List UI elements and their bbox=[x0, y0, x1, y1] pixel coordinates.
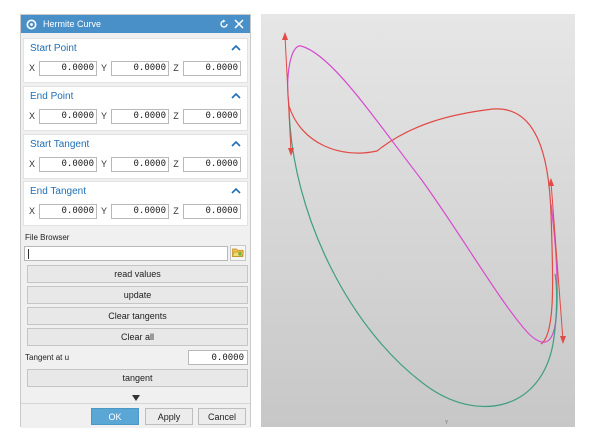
y-label: Y bbox=[100, 159, 107, 169]
end-tangent-z-field[interactable]: 0.0000 bbox=[183, 203, 241, 219]
section-start-tangent: Start Tangent X 0.0000 Y 0.0000 Z 0.0000 bbox=[23, 134, 248, 179]
chevron-up-icon[interactable] bbox=[231, 140, 241, 148]
section-title: End Tangent bbox=[30, 185, 86, 197]
hermite-curve-dialog: Hermite Curve Start Point X 0.0000 Y 0.0… bbox=[20, 14, 251, 428]
x-label: X bbox=[28, 206, 35, 216]
viewport-canvas: Y bbox=[261, 14, 575, 427]
x-label: X bbox=[28, 159, 35, 169]
end-point-x-field[interactable]: 0.0000 bbox=[39, 108, 97, 124]
cancel-button[interactable]: Cancel bbox=[198, 408, 246, 425]
viewport-background bbox=[261, 14, 575, 427]
section-header[interactable]: End Point bbox=[24, 87, 247, 105]
start-tangent-z-field[interactable]: 0.0000 bbox=[183, 156, 241, 172]
folder-open-icon bbox=[232, 247, 244, 260]
y-label: Y bbox=[100, 63, 107, 73]
z-label: Z bbox=[173, 111, 179, 121]
section-title: Start Tangent bbox=[30, 138, 90, 150]
y-label: Y bbox=[100, 206, 107, 216]
end-tangent-y-field[interactable]: 0.0000 bbox=[111, 203, 169, 219]
section-header[interactable]: Start Point bbox=[24, 39, 247, 57]
read-values-button[interactable]: read values bbox=[27, 265, 248, 283]
x-label: X bbox=[28, 63, 35, 73]
x-label: X bbox=[28, 111, 35, 121]
tangent-button[interactable]: tangent bbox=[27, 369, 248, 387]
section-start-point: Start Point X 0.0000 Y 0.0000 Z 0.0000 bbox=[23, 38, 248, 83]
text-caret bbox=[28, 249, 29, 259]
start-point-y-field[interactable]: 0.0000 bbox=[111, 60, 169, 76]
section-end-point: End Point X 0.0000 Y 0.0000 Z 0.0000 bbox=[23, 86, 248, 131]
z-label: Z bbox=[173, 159, 179, 169]
end-point-z-field[interactable]: 0.0000 bbox=[183, 108, 241, 124]
start-point-z-field[interactable]: 0.0000 bbox=[183, 60, 241, 76]
section-header[interactable]: Start Tangent bbox=[24, 135, 247, 153]
y-label: Y bbox=[100, 111, 107, 121]
dialog-title-bar: Hermite Curve bbox=[21, 15, 250, 33]
reset-icon[interactable] bbox=[218, 18, 230, 30]
clear-all-button[interactable]: Clear all bbox=[27, 328, 248, 346]
section-header[interactable]: End Tangent bbox=[24, 182, 247, 200]
graphics-viewport[interactable]: Y bbox=[261, 14, 575, 427]
more-options-arrow-icon[interactable] bbox=[132, 393, 140, 401]
clear-tangents-button[interactable]: Clear tangents bbox=[27, 307, 248, 325]
ok-button[interactable]: OK bbox=[91, 408, 139, 425]
z-label: Z bbox=[173, 206, 179, 216]
tangent-at-u-field[interactable]: 0.0000 bbox=[188, 350, 248, 365]
z-label: Z bbox=[173, 63, 179, 73]
end-tangent-x-field[interactable]: 0.0000 bbox=[39, 203, 97, 219]
section-title: End Point bbox=[30, 90, 74, 102]
apply-button[interactable]: Apply bbox=[145, 408, 193, 425]
browse-button[interactable] bbox=[230, 245, 246, 261]
section-end-tangent: End Tangent X 0.0000 Y 0.0000 Z 0.0000 bbox=[23, 181, 248, 226]
file-path-input[interactable] bbox=[24, 246, 228, 261]
update-button[interactable]: update bbox=[27, 286, 248, 304]
end-point-y-field[interactable]: 0.0000 bbox=[111, 108, 169, 124]
close-icon[interactable] bbox=[233, 18, 245, 30]
start-tangent-x-field[interactable]: 0.0000 bbox=[39, 156, 97, 172]
tangent-at-u-label: Tangent at u bbox=[25, 353, 70, 362]
chevron-up-icon[interactable] bbox=[231, 92, 241, 100]
dialog-footer: OK Apply Cancel bbox=[21, 403, 250, 428]
section-title: Start Point bbox=[30, 42, 77, 54]
chevron-up-icon[interactable] bbox=[231, 44, 241, 52]
file-browser-label: File Browser bbox=[25, 233, 70, 242]
chevron-up-icon[interactable] bbox=[231, 187, 241, 195]
dialog-title: Hermite Curve bbox=[43, 19, 102, 29]
start-point-x-field[interactable]: 0.0000 bbox=[39, 60, 97, 76]
start-tangent-y-field[interactable]: 0.0000 bbox=[111, 156, 169, 172]
gear-icon bbox=[26, 19, 37, 30]
